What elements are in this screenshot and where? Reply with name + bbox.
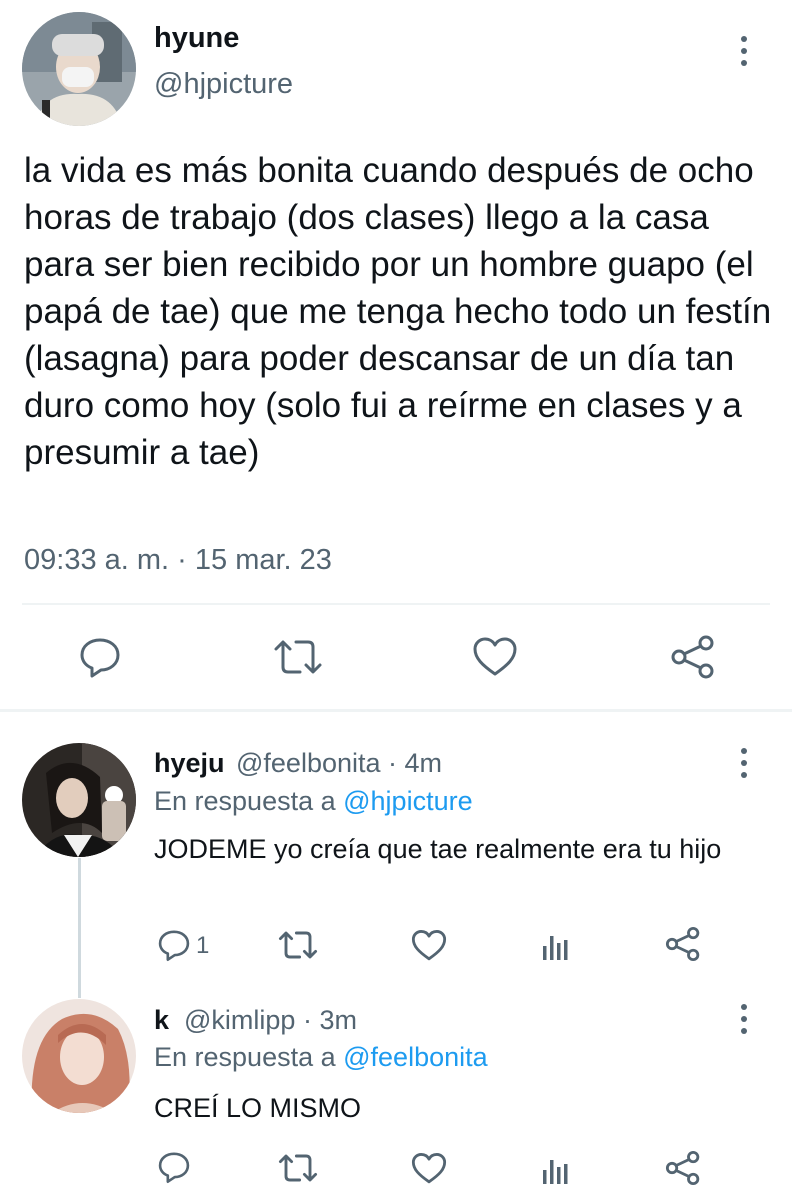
reply-author-name[interactable]: hyeju xyxy=(154,748,225,779)
more-options-icon[interactable] xyxy=(739,748,749,778)
reply-icon[interactable] xyxy=(78,635,122,679)
section-divider xyxy=(0,709,792,712)
replying-to-prefix: En respuesta a xyxy=(154,1042,344,1072)
reply-avatar[interactable] xyxy=(22,743,136,857)
reply-author-handle: @feelbonita xyxy=(236,748,381,778)
tweet-text: la vida es más bonita cuando después de … xyxy=(24,151,772,472)
reply-author-meta[interactable]: @kimlipp · 3m xyxy=(184,1005,357,1036)
analytics-icon[interactable] xyxy=(540,930,572,962)
divider xyxy=(22,603,770,605)
reply-icon[interactable] xyxy=(157,928,191,962)
retweet-icon[interactable] xyxy=(272,637,324,677)
share-icon[interactable] xyxy=(665,1150,701,1186)
replying-to-mention[interactable]: @hjpicture xyxy=(343,786,472,816)
reply-time: · 4m xyxy=(388,748,443,778)
reply-time: · 3m xyxy=(302,1005,357,1035)
more-options-icon[interactable] xyxy=(739,1004,749,1034)
like-icon[interactable] xyxy=(472,636,518,678)
reply-author-handle: @kimlipp xyxy=(184,1005,296,1035)
like-icon[interactable] xyxy=(411,929,447,962)
author-display-name[interactable]: hyune xyxy=(154,22,239,55)
share-icon[interactable] xyxy=(670,634,716,680)
avatar-photo-icon xyxy=(22,999,136,1113)
tweet-time: 09:33 a. m. xyxy=(24,544,170,576)
replying-to: En respuesta a @feelbonita xyxy=(154,1042,488,1073)
reply-avatar[interactable] xyxy=(22,999,136,1113)
analytics-icon[interactable] xyxy=(540,1154,572,1186)
share-icon[interactable] xyxy=(665,926,701,962)
avatar-photo-icon xyxy=(22,743,136,857)
reply-author-name[interactable]: k xyxy=(154,1005,169,1036)
replying-to-mention[interactable]: @feelbonita xyxy=(343,1042,488,1072)
meta-separator: · xyxy=(169,544,195,576)
avatar-photo-icon xyxy=(22,12,136,126)
more-options-icon[interactable] xyxy=(739,36,749,66)
retweet-icon[interactable] xyxy=(277,1152,319,1184)
reply-author-meta[interactable]: @feelbonita · 4m xyxy=(236,748,442,779)
retweet-icon[interactable] xyxy=(277,929,319,961)
replying-to-prefix: En respuesta a xyxy=(154,786,344,816)
main-avatar[interactable] xyxy=(22,12,136,126)
replying-to: En respuesta a @hjpicture xyxy=(154,786,473,817)
like-icon[interactable] xyxy=(411,1152,447,1185)
reply-icon[interactable] xyxy=(157,1150,191,1184)
tweet-timestamp[interactable]: 09:33 a. m. · 15 mar. 23 xyxy=(24,544,332,577)
author-handle[interactable]: @hjpicture xyxy=(154,68,293,101)
reply-text: JODEME yo creía que tae realmente era tu… xyxy=(154,834,722,864)
reply-count: 1 xyxy=(196,932,210,959)
reply-text: CREÍ LO MISMO xyxy=(154,1093,362,1123)
tweet-date: 15 mar. 23 xyxy=(194,544,332,576)
thread-connector xyxy=(78,858,81,998)
